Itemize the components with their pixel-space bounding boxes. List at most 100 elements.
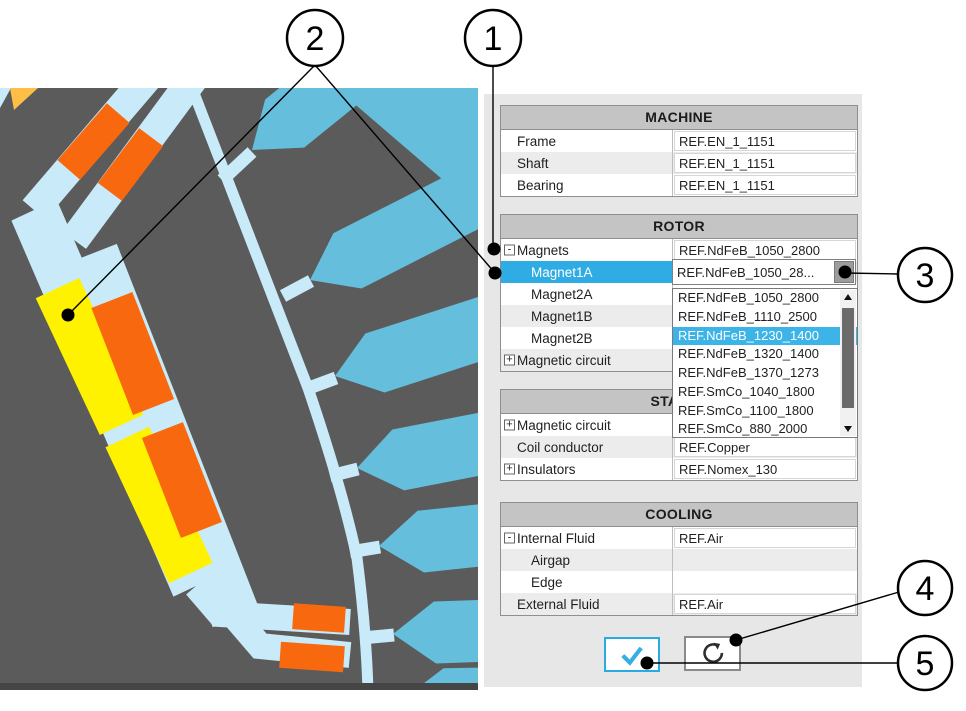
- check-icon: [617, 642, 647, 668]
- row-label-cell[interactable]: Bearing: [501, 174, 672, 196]
- dropdown-item-3[interactable]: REF.NdFeB_1320_1400: [673, 345, 857, 364]
- dropdown-item-1[interactable]: REF.NdFeB_1110_2500: [673, 308, 857, 327]
- material-combobox[interactable]: REF.NdFeB_1050_28...: [672, 259, 856, 285]
- row-label-cell[interactable]: Magnet1B: [501, 305, 672, 327]
- confirm-button[interactable]: [604, 637, 660, 672]
- row-label-cell[interactable]: Airgap: [501, 549, 672, 571]
- row-value-cell[interactable]: REF.Copper: [672, 436, 857, 458]
- row-label: Edge: [531, 575, 563, 590]
- row-label: Frame: [517, 134, 556, 149]
- row-value-cell[interactable]: REF.EN_1_1151: [672, 130, 857, 152]
- row-value[interactable]: REF.NdFeB_1050_2800: [674, 240, 856, 260]
- rotor-row-magnets[interactable]: -MagnetsREF.NdFeB_1050_2800: [501, 239, 857, 261]
- row-label-cell[interactable]: External Fluid: [501, 593, 672, 615]
- row-label-cell[interactable]: +Insulators: [501, 458, 672, 480]
- expand-icon[interactable]: +: [504, 420, 515, 431]
- callout-circle-4: [898, 561, 952, 615]
- tooth-stem-6: [362, 635, 394, 638]
- callout-circle-5: [898, 636, 952, 690]
- cooling-row-external-fluid[interactable]: External Fluid REF.Air: [501, 593, 857, 615]
- row-value[interactable]: REF.EN_1_1151: [674, 175, 856, 195]
- tooth-stem-4: [330, 469, 358, 476]
- row-label: Magnet2B: [531, 331, 593, 346]
- motor-cross-section-view[interactable]: [0, 88, 478, 690]
- row-label-cell[interactable]: Coil conductor: [501, 436, 672, 458]
- callout-number-4: 4: [916, 570, 935, 608]
- row-label-cell[interactable]: -Magnets: [501, 239, 672, 261]
- dropdown-item-5[interactable]: REF.SmCo_1040_1800: [673, 383, 857, 402]
- row-label-cell[interactable]: Edge: [501, 571, 672, 593]
- material-assignment-screen: MACHINEFrameREF.EN_1_1151ShaftREF.EN_1_1…: [0, 0, 966, 711]
- row-value-cell[interactable]: REF.EN_1_1151: [672, 152, 857, 174]
- row-label: Insulators: [517, 462, 576, 477]
- scroll-down-button[interactable]: [840, 422, 856, 436]
- row-label: Magnetic circuit: [517, 353, 611, 368]
- row-value[interactable]: REF.EN_1_1151: [674, 131, 856, 151]
- row-label-cell[interactable]: Magnet1A: [501, 261, 672, 283]
- triangle-up-icon: [844, 294, 852, 300]
- row-value[interactable]: REF.Air: [674, 594, 856, 614]
- dropdown-item-4[interactable]: REF.NdFeB_1370_1273: [673, 364, 857, 383]
- row-label-cell[interactable]: +Magnetic circuit: [501, 414, 672, 436]
- row-value[interactable]: REF.Nomex_130: [674, 459, 856, 479]
- cooling-row-internal-fluid[interactable]: -Internal FluidREF.Air: [501, 527, 857, 549]
- expand-icon[interactable]: +: [504, 355, 515, 366]
- row-label-cell[interactable]: Shaft: [501, 152, 672, 174]
- combobox-dropdown-button[interactable]: [834, 261, 854, 283]
- callout-number-3: 3: [916, 257, 935, 295]
- row-value-cell[interactable]: REF.NdFeB_1050_2800: [672, 239, 857, 261]
- row-label-cell[interactable]: -Internal Fluid: [501, 527, 672, 549]
- row-value-cell[interactable]: REF.Air: [672, 527, 857, 549]
- callout-circle-2: [287, 10, 343, 66]
- row-value-cell[interactable]: [672, 549, 857, 571]
- row-value[interactable]: REF.Air: [674, 528, 856, 548]
- row-label-cell[interactable]: Frame: [501, 130, 672, 152]
- dropdown-item-2[interactable]: REF.NdFeB_1230_1400: [673, 327, 857, 346]
- callout-circle-3: [898, 248, 952, 302]
- row-value-cell[interactable]: REF.Nomex_130: [672, 458, 857, 480]
- row-value-cell[interactable]: [672, 571, 857, 593]
- triangle-down-icon: [840, 269, 849, 275]
- combobox-value: REF.NdFeB_1050_28...: [673, 265, 834, 280]
- stator-row-insulators[interactable]: +InsulatorsREF.Nomex_130: [501, 458, 857, 480]
- view-bottom-edge: [0, 683, 478, 690]
- row-label: Internal Fluid: [517, 531, 595, 546]
- magnet-orange-bottom-inner: [279, 642, 345, 672]
- reset-button[interactable]: [684, 636, 741, 671]
- machine-row-frame[interactable]: Frame REF.EN_1_1151: [501, 130, 857, 152]
- magnet-orange-bottom-outer: [292, 603, 346, 633]
- row-label: Magnet1A: [531, 265, 593, 280]
- scrollbar-thumb[interactable]: [842, 308, 854, 408]
- cooling-row-edge[interactable]: Edge: [501, 571, 857, 593]
- counterclockwise-arrow-icon: [700, 641, 726, 667]
- machine-table: MACHINEFrameREF.EN_1_1151ShaftREF.EN_1_1…: [500, 105, 858, 197]
- dropdown-scrollbar[interactable]: [840, 290, 856, 436]
- row-label-cell[interactable]: +Magnetic circuit: [501, 349, 672, 371]
- callout-number-2: 2: [306, 20, 325, 58]
- row-label: Magnet2A: [531, 287, 593, 302]
- machine-row-bearing[interactable]: Bearing REF.EN_1_1151: [501, 174, 857, 196]
- cooling-table: COOLING-Internal FluidREF.AirAirgapEdgeE…: [500, 502, 858, 616]
- dropdown-item-0[interactable]: REF.NdFeB_1050_2800: [673, 289, 857, 308]
- expand-icon[interactable]: +: [504, 464, 515, 475]
- collapse-icon[interactable]: -: [504, 533, 515, 544]
- row-label: Shaft: [517, 156, 549, 171]
- row-label: Magnetic circuit: [517, 418, 611, 433]
- row-label: External Fluid: [517, 597, 600, 612]
- stator-row-coil-conductor[interactable]: Coil conductorREF.Copper: [501, 436, 857, 458]
- collapse-icon[interactable]: -: [504, 245, 515, 256]
- row-value-cell[interactable]: REF.EN_1_1151: [672, 174, 857, 196]
- row-value[interactable]: REF.Copper: [674, 437, 856, 457]
- scroll-up-button[interactable]: [840, 290, 856, 304]
- dropdown-item-7[interactable]: REF.SmCo_880_2000: [673, 420, 857, 439]
- row-label-cell[interactable]: Magnet2A: [501, 283, 672, 305]
- row-value[interactable]: REF.EN_1_1151: [674, 153, 856, 173]
- dropdown-item-6[interactable]: REF.SmCo_1100_1800: [673, 402, 857, 421]
- row-label: Bearing: [517, 178, 564, 193]
- machine-row-shaft[interactable]: Shaft REF.EN_1_1151: [501, 152, 857, 174]
- cooling-row-airgap[interactable]: Airgap: [501, 549, 857, 571]
- row-label-cell[interactable]: Magnet2B: [501, 327, 672, 349]
- row-value-cell[interactable]: REF.Air: [672, 593, 857, 615]
- material-dropdown-list: REF.NdFeB_1050_2800REF.NdFeB_1110_2500RE…: [672, 288, 858, 438]
- row-label: Airgap: [531, 553, 570, 568]
